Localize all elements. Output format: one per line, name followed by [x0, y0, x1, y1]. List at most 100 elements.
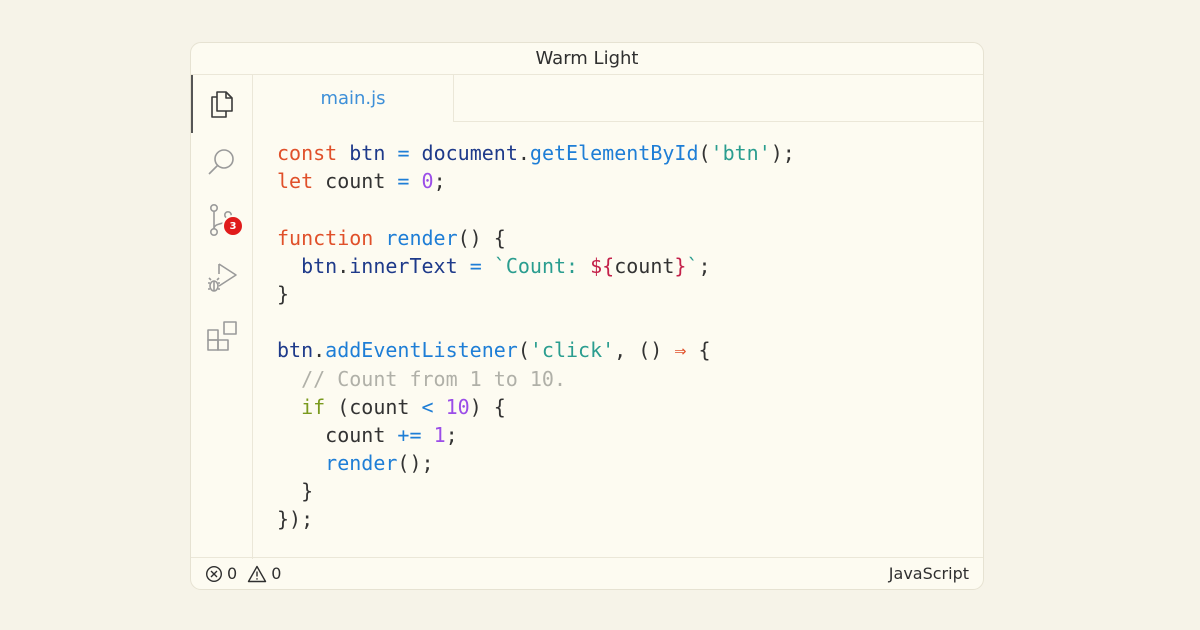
code-token: 10 [445, 394, 470, 419]
code-line[interactable]: const btn = document.getElementById('btn… [277, 139, 973, 167]
code-token: () { [457, 225, 506, 250]
problems-indicator[interactable]: 0 0 [205, 564, 281, 583]
code-token: count [313, 169, 398, 194]
error-count: 0 [227, 564, 238, 583]
code-token: ) { [469, 394, 506, 419]
code-line[interactable]: let count = 0; [277, 167, 973, 195]
code-token: 'btn' [710, 141, 771, 165]
code-line[interactable]: } [277, 280, 973, 308]
code-token: . [337, 253, 350, 278]
code-token: if [301, 394, 326, 419]
activity-item-explorer[interactable] [191, 75, 253, 133]
code-token: } [674, 253, 687, 278]
code-token: document [421, 141, 518, 165]
code-token: ` [686, 253, 699, 278]
code-token: = [469, 253, 482, 278]
code-token: } [277, 281, 290, 306]
code-token: 0 [421, 169, 434, 194]
code-token: ; [698, 253, 711, 278]
code-token: count [277, 422, 398, 447]
error-icon [205, 565, 223, 582]
code-token: getElementById [529, 141, 699, 165]
files-icon [211, 91, 233, 118]
activity-item-search[interactable] [191, 133, 253, 191]
warning-icon [247, 565, 267, 582]
code-token: ; [433, 169, 446, 194]
code-line[interactable]: function render() { [277, 224, 973, 252]
code-token: 'click' [529, 338, 615, 363]
code-line[interactable]: render(); [277, 449, 973, 477]
language-mode[interactable]: JavaScript [889, 564, 969, 583]
source-control-badge: 3 [222, 215, 244, 237]
code-token: function [277, 225, 374, 250]
editor-window: Warm Light 3 main.js const btn = documen… [190, 42, 984, 590]
tab-bar: main.js [253, 75, 983, 123]
code-token: let [277, 169, 314, 194]
activity-bar: 3 [191, 75, 253, 559]
search-icon [208, 149, 234, 175]
code-line[interactable]: btn.addEventListener('click', () ⇒ { [277, 336, 973, 364]
code-token: count [614, 253, 675, 278]
code-token: btn [277, 338, 314, 363]
code-token: (); [397, 451, 434, 476]
code-line[interactable] [277, 195, 973, 223]
code-token: // Count from 1 to 10. [301, 366, 566, 391]
warning-count: 0 [271, 564, 282, 583]
language-label: JavaScript [888, 564, 969, 583]
code-line[interactable]: }); [277, 505, 973, 533]
code-token: btn [301, 253, 338, 278]
code-token: ; [445, 422, 458, 447]
run-debug-icon [208, 263, 237, 292]
status-bar: 0 0 JavaScript [191, 557, 983, 589]
title-bar: Warm Light [191, 43, 983, 75]
code-token: . [517, 141, 530, 165]
code-token: 1 [433, 422, 446, 447]
activity-item-run-debug[interactable] [191, 249, 253, 307]
code-token: render [385, 225, 458, 250]
code-token: innerText [349, 253, 458, 278]
tab-main-js[interactable]: main.js [253, 75, 454, 123]
code-token: btn [349, 141, 386, 165]
code-token: ); [770, 141, 795, 165]
extensions-icon [207, 321, 237, 351]
code-token: += [397, 422, 422, 447]
code-line[interactable]: // Count from 1 to 10. [277, 365, 973, 393]
code-line[interactable] [277, 308, 973, 336]
code-token: , () [614, 338, 675, 363]
activity-item-extensions[interactable] [191, 307, 253, 365]
code-token: }); [277, 507, 314, 532]
window-title: Warm Light [535, 48, 639, 69]
code-line[interactable]: btn.innerText = `Count: ${count}`; [277, 252, 973, 280]
code-token: = [397, 141, 410, 165]
code-line[interactable]: if (count < 10) { [277, 393, 973, 421]
code-token: (count [325, 394, 422, 419]
code-line[interactable]: count += 1; [277, 421, 973, 449]
code-token: ${ [590, 253, 615, 278]
code-token: `Count: [493, 253, 591, 278]
code-editor[interactable]: const btn = document.getElementById('btn… [277, 139, 973, 534]
tab-label: main.js [320, 88, 386, 109]
code-token: } [277, 479, 314, 504]
code-token: render [325, 451, 398, 476]
code-token: { [686, 338, 711, 363]
activity-item-source-control[interactable]: 3 [191, 191, 253, 249]
code-token: ⇒ [674, 338, 687, 363]
code-token: = [397, 169, 410, 194]
code-token: . [313, 338, 326, 363]
code-token: ( [517, 338, 530, 363]
code-line[interactable]: } [277, 477, 973, 505]
code-token: addEventListener [325, 338, 518, 363]
